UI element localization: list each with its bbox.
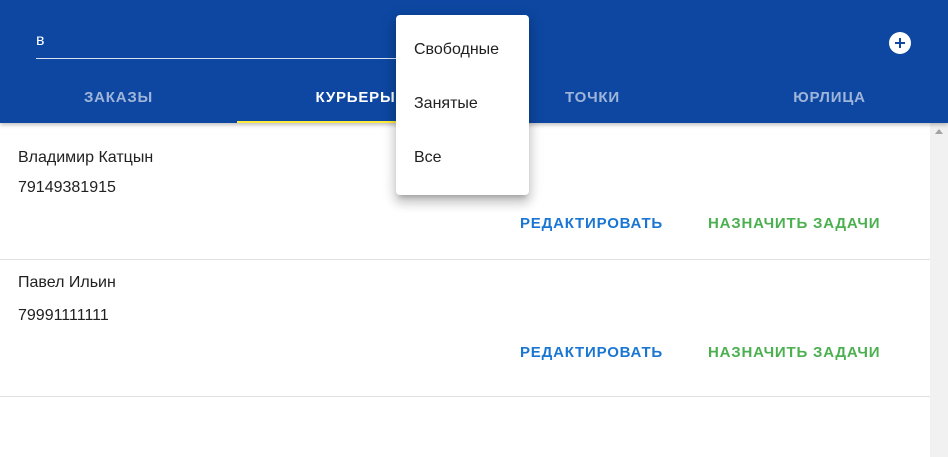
menu-item-all[interactable]: Все — [414, 149, 442, 167]
assign-tasks-button[interactable]: Назначить задачи — [708, 344, 880, 361]
tab-orders[interactable]: Заказы — [0, 72, 237, 123]
tab-label: Юрлица — [793, 89, 866, 106]
search-field — [36, 26, 398, 59]
menu-item-busy[interactable]: Занятые — [414, 95, 478, 113]
assign-tasks-button[interactable]: Назначить задачи — [708, 215, 880, 232]
scroll-up-arrow-icon[interactable] — [935, 129, 943, 134]
edit-button[interactable]: Редактировать — [520, 215, 663, 232]
edit-button[interactable]: Редактировать — [520, 344, 663, 361]
status-filter-menu: Свободные Занятые Все — [396, 15, 529, 195]
courier-phone: 79991111111 — [18, 307, 109, 324]
courier-phone: 79149381915 — [18, 179, 116, 196]
tab-label: Курьеры — [315, 89, 396, 106]
courier-card: Павел Ильин 79991111111 Редактировать На… — [0, 260, 930, 397]
tab-legal-entities[interactable]: Юрлица — [711, 72, 948, 123]
scrollbar[interactable] — [930, 123, 948, 457]
courier-name: Павел Ильин — [18, 274, 116, 291]
courier-name: Владимир Катцын — [18, 149, 154, 166]
tab-label: Заказы — [83, 89, 154, 106]
add-courier-button[interactable] — [889, 32, 911, 54]
app-root: Заказы Курьеры Точки Юрлица Владимир Кат… — [0, 0, 948, 457]
menu-item-free[interactable]: Свободные — [414, 41, 499, 59]
search-input[interactable] — [36, 26, 398, 56]
tab-label: Точки — [565, 89, 620, 106]
plus-circle-icon — [895, 38, 905, 48]
